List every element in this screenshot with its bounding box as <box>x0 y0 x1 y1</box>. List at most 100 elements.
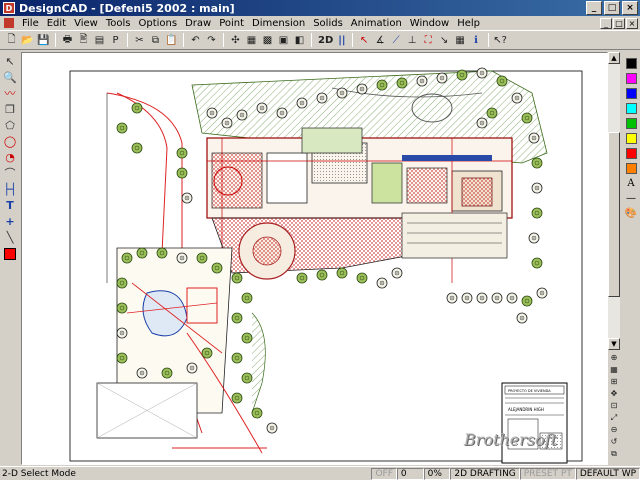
status-bar: 2-D Select Mode OFF 0 0% 2D DRAFTING PRE… <box>0 466 640 480</box>
paste-icon[interactable]: 📋 <box>164 33 179 48</box>
vertical-scrollbar[interactable]: ▲ ▼ <box>608 52 620 350</box>
color-swatch-green[interactable] <box>625 118 637 129</box>
point-select-icon[interactable]: ↖ <box>357 33 372 48</box>
menu-options[interactable]: Options <box>134 18 181 29</box>
shape-tool-icon[interactable]: ⌒ <box>2 166 18 180</box>
open-folder-icon[interactable]: 📂 <box>20 33 35 48</box>
menu-animation[interactable]: Animation <box>347 18 406 29</box>
zoom-extents-icon[interactable]: ⤢ <box>608 412 620 423</box>
circle-tool-icon[interactable]: ◯ <box>2 134 18 148</box>
pause-button[interactable]: || <box>336 33 347 48</box>
color-swatch-black[interactable] <box>625 58 637 69</box>
maximize-button[interactable]: □ <box>604 1 620 15</box>
angle-icon[interactable]: ∡ <box>373 33 388 48</box>
color-swatch-red[interactable] <box>625 148 637 159</box>
zoom-all-icon[interactable]: ⧉ <box>608 448 620 459</box>
measure-icon[interactable]: ⟋ <box>389 33 404 48</box>
undo-icon[interactable]: ↶ <box>188 33 203 48</box>
box-tool-icon[interactable]: ❐ <box>2 102 18 116</box>
grid-snap-icon[interactable]: ⊞ <box>608 376 620 387</box>
doc-maximize-button[interactable]: □ <box>613 17 625 29</box>
print-icon[interactable]: 🖶 <box>60 33 75 48</box>
new-file-icon[interactable]: 🗋 <box>4 33 19 48</box>
doc-close-button[interactable]: × <box>626 17 638 29</box>
designcad-app-icon[interactable]: D <box>3 2 15 14</box>
cut-icon[interactable]: ✂ <box>132 33 147 48</box>
zoom-previous-icon[interactable]: ↺ <box>608 436 620 447</box>
scroll-up-button[interactable]: ▲ <box>608 52 620 64</box>
render-icon[interactable]: ◧ <box>292 33 307 48</box>
cursor-icon[interactable]: ↘ <box>437 33 452 48</box>
dimension-tool-icon[interactable]: ├┤ <box>2 182 18 196</box>
line-tool-icon[interactable]: 〰 <box>2 86 18 100</box>
color-swatch-yellow[interactable] <box>625 133 637 144</box>
text-tool-icon[interactable]: T <box>2 198 18 212</box>
menu-solids[interactable]: Solids <box>309 18 347 29</box>
help-pointer-icon[interactable]: ↖? <box>493 33 508 48</box>
scroll-down-button[interactable]: ▼ <box>608 338 620 350</box>
info-icon[interactable]: ℹ <box>469 33 484 48</box>
line-style-icon[interactable]: — <box>626 193 636 204</box>
menu-edit[interactable]: Edit <box>43 18 70 29</box>
print-preview-icon[interactable]: 🖹 <box>76 33 91 48</box>
color-swatch-magenta[interactable] <box>625 73 637 84</box>
pan-icon[interactable]: ✥ <box>608 388 620 399</box>
zoom-window-icon[interactable]: ⊡ <box>608 400 620 411</box>
pdf-icon[interactable]: P <box>108 33 123 48</box>
status-mode: 2-D Select Mode <box>2 468 76 479</box>
status-work-plane[interactable]: DEFAULT WP <box>575 467 640 480</box>
grid-dots-icon[interactable]: ▦ <box>453 33 468 48</box>
menu-view[interactable]: View <box>70 18 102 29</box>
grid-view-icon[interactable]: ▦ <box>608 364 620 375</box>
scroll-thumb[interactable] <box>608 132 620 297</box>
grid-icon[interactable]: ▩ <box>260 33 275 48</box>
color-palette: A — 🎨 <box>622 52 640 466</box>
left-tool-strip: ↖ 🔍 〰 ❐ ⬠ ◯ ◔ ⌒ ├┤ T + ╲ <box>0 52 20 466</box>
save-icon[interactable]: 💾 <box>36 33 51 48</box>
doc-minimize-button[interactable]: _ <box>600 17 612 29</box>
color-swatch-orange[interactable] <box>625 163 637 174</box>
menu-window[interactable]: Window <box>406 18 453 29</box>
zoom-icon[interactable]: 🔍 <box>2 70 18 84</box>
point-tool-icon[interactable]: + <box>2 214 18 228</box>
layers-icon[interactable]: ▦ <box>244 33 259 48</box>
menu-file[interactable]: File <box>18 18 43 29</box>
current-color-swatch[interactable] <box>4 248 16 260</box>
color-swatch-cyan[interactable] <box>625 103 637 114</box>
select-arrow-icon[interactable]: ↖ <box>2 54 18 68</box>
menu-help[interactable]: Help <box>453 18 484 29</box>
page-setup-icon[interactable]: ▤ <box>92 33 107 48</box>
color-picker-icon[interactable]: 🎨 <box>625 208 637 219</box>
site-plan-drawing: PROYECTO DE VIVIENDA ALEJANDRIN HIGH <box>69 67 583 464</box>
view-tool-strip: ⊕ ▦ ⊞ ✥ ⊡ ⤢ ⊖ ↺ ⧉ <box>608 352 620 464</box>
properties-icon[interactable]: ▣ <box>276 33 291 48</box>
zoom-in-icon[interactable]: ⊕ <box>608 352 620 363</box>
menu-point[interactable]: Point <box>215 18 248 29</box>
status-off[interactable]: OFF <box>371 467 397 480</box>
status-preset-point[interactable]: PRESET PT <box>519 467 576 480</box>
text-style-icon[interactable]: A <box>627 178 634 189</box>
main-toolbar: 🗋 📂 💾 🖶 🖹 ▤ P ✂ ⧉ 📋 ↶ ↷ ✣ ▦ ▩ ▣ ◧ 2D || … <box>0 30 640 50</box>
snap-icon[interactable]: ✣ <box>228 33 243 48</box>
2d-mode-button[interactable]: 2D <box>316 33 335 48</box>
arc-tool-icon[interactable]: ◔ <box>2 150 18 164</box>
menu-bar: File Edit View Tools Options Draw Point … <box>0 16 640 30</box>
zoom-out-icon[interactable]: ⊖ <box>608 424 620 435</box>
status-drafting-mode[interactable]: 2D DRAFTING <box>450 467 520 480</box>
polygon-tool-icon[interactable]: ⬠ <box>2 118 18 132</box>
select-box-icon[interactable]: ⛶ <box>421 33 436 48</box>
color-swatch-blue[interactable] <box>625 88 637 99</box>
menu-dimension[interactable]: Dimension <box>248 18 309 29</box>
menu-tools[interactable]: Tools <box>102 18 135 29</box>
copy-icon[interactable]: ⧉ <box>148 33 163 48</box>
diagonal-line-icon[interactable]: ╲ <box>2 230 18 244</box>
redo-icon[interactable]: ↷ <box>204 33 219 48</box>
menu-draw[interactable]: Draw <box>181 18 215 29</box>
align-icon[interactable]: ⊥ <box>405 33 420 48</box>
minimize-button[interactable]: _ <box>586 1 602 15</box>
status-value: 0 <box>396 467 424 480</box>
close-button[interactable]: × <box>622 1 638 15</box>
document-icon[interactable] <box>4 18 14 28</box>
title-block-name: ALEJANDRIN HIGH <box>508 407 544 412</box>
drawing-canvas[interactable]: PROYECTO DE VIVIENDA ALEJANDRIN HIGH Bro… <box>21 52 608 465</box>
